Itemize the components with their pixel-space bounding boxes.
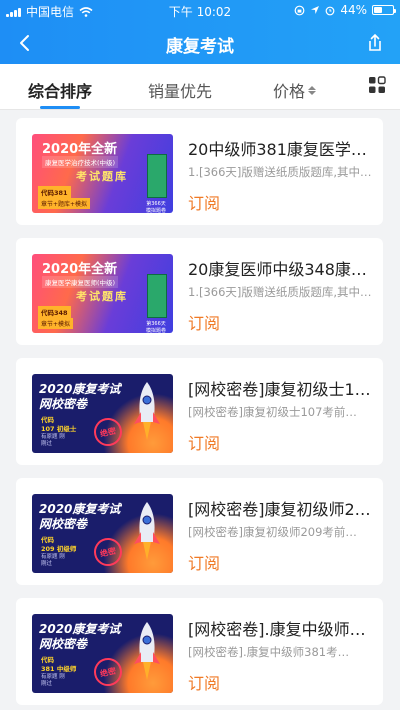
subscribe-button[interactable]: 订阅 <box>188 430 220 454</box>
subscribe-button[interactable]: 订阅 <box>188 670 220 694</box>
product-thumbnail: 2020康复考试 网校密卷 代码 209 初级师 有原题 刚刚过 绝密 <box>32 494 173 573</box>
book-icon <box>147 154 167 198</box>
thumb-subheading: 网校密卷 <box>39 637 88 651</box>
thumb-subtitle: 康复医学治疗技术(中级) <box>42 156 119 168</box>
thumb-code: 代码348 <box>38 306 71 318</box>
item-description: 1.[366天]版赠送纸质版题库,其中… <box>188 285 372 299</box>
subscribe-button[interactable]: 订阅 <box>188 190 220 214</box>
thumb-book-label: 第366天 模拟题卷 <box>145 201 166 213</box>
thumb-subtitle: 康复医学康复医师(中级) <box>42 276 119 288</box>
thumb-code-value: 107 初级士 <box>41 425 77 433</box>
thumb-heading: 考试题库 <box>76 170 128 183</box>
thumb-book-label: 第366天 模拟题卷 <box>145 321 166 333</box>
location-icon <box>311 6 320 14</box>
grid-view-icon[interactable] <box>368 76 386 94</box>
item-title[interactable]: [网校密卷].康复中级师381考前 <box>188 616 372 640</box>
thumb-heading: 考试题库 <box>76 290 128 303</box>
thumb-tagline: 章节+模拟 <box>38 318 74 329</box>
thumb-code-value: 381 中级师 <box>41 665 77 673</box>
rotation-lock-icon <box>294 5 305 15</box>
item-description: [网校密卷]康复初级士107考前… <box>188 405 357 419</box>
thumb-year-label: 2020年全新 <box>42 262 118 277</box>
thumb-tagline: 章节+题库+模拟 <box>38 198 91 209</box>
thumb-note: 有原题 刚刚过 <box>41 554 65 567</box>
tab-price-label: 价格 <box>273 82 306 101</box>
sort-arrows-icon <box>308 85 317 95</box>
thumb-code: 代码381 <box>38 186 71 198</box>
list-item[interactable]: 2020康复考试 网校密卷 代码 209 初级师 有原题 刚刚过 绝密 [网校密… <box>16 478 383 585</box>
active-tab-indicator <box>40 106 80 109</box>
thumb-note: 有原题 刚刚过 <box>41 674 65 687</box>
book-icon <box>147 274 167 318</box>
item-title[interactable]: [网校密卷]康复初级士107考前 <box>188 376 372 400</box>
thumb-subheading: 网校密卷 <box>39 517 88 531</box>
rocket-icon <box>134 502 160 560</box>
item-description: [网校密卷].康复中级师381考… <box>188 645 350 659</box>
battery-icon <box>372 5 396 15</box>
nav-bar: 康复考试 <box>0 22 400 64</box>
status-bar: 中国电信 下午 10:02 44% <box>0 0 400 22</box>
rocket-icon <box>134 622 160 680</box>
tab-comprehensive[interactable]: 综合排序 <box>28 78 92 102</box>
thumb-year-label: 2020年全新 <box>42 142 118 157</box>
alarm-icon <box>325 6 335 15</box>
subscribe-button[interactable]: 订阅 <box>188 550 220 574</box>
thumb-note: 有原题 刚刚过 <box>41 434 65 447</box>
list-item[interactable]: 2020康复考试 网校密卷 代码 381 中级师 有原题 刚刚过 绝密 [网校密… <box>16 598 383 705</box>
share-icon[interactable] <box>360 28 390 58</box>
item-title[interactable]: 20中级师381康复医学治疗技术 <box>188 136 372 160</box>
item-title[interactable]: 20康复医师中级348康复医学 <box>188 256 372 280</box>
tab-price[interactable]: 价格 <box>273 78 317 102</box>
product-thumbnail: 2020年全新 康复医学治疗技术(中级) 考试题库 代码381 章节+题库+模拟… <box>32 134 173 213</box>
tab-sales[interactable]: 销量优先 <box>148 78 212 102</box>
top-bar: 中国电信 下午 10:02 44% 康复考试 <box>0 0 400 64</box>
product-thumbnail: 2020康复考试 网校密卷 代码 107 初级士 有原题 刚刚过 绝密 <box>32 374 173 453</box>
list-item[interactable]: 2020年全新 康复医学治疗技术(中级) 考试题库 代码381 章节+题库+模拟… <box>16 118 383 225</box>
rocket-icon <box>134 382 160 440</box>
page-title: 康复考试 <box>166 37 234 57</box>
product-thumbnail: 2020年全新 康复医学康复医师(中级) 考试题库 代码348 章节+模拟 第3… <box>32 254 173 333</box>
item-title[interactable]: [网校密卷]康复初级师209考前 <box>188 496 372 520</box>
subscribe-button[interactable]: 订阅 <box>188 310 220 334</box>
thumb-subheading: 网校密卷 <box>39 397 88 411</box>
sort-tabs: 综合排序 销量优先 价格 <box>0 64 400 110</box>
product-thumbnail: 2020康复考试 网校密卷 代码 381 中级师 有原题 刚刚过 绝密 <box>32 614 173 693</box>
item-description: [网校密卷]康复初级师209考前… <box>188 525 357 539</box>
thumb-code-value: 209 初级师 <box>41 545 77 553</box>
battery-percent: 44% <box>340 3 367 17</box>
list-item[interactable]: 2020年全新 康复医学康复医师(中级) 考试题库 代码348 章节+模拟 第3… <box>16 238 383 345</box>
item-description: 1.[366天]版赠送纸质版题库,其中… <box>188 165 372 179</box>
list-item[interactable]: 2020康复考试 网校密卷 代码 107 初级士 有原题 刚刚过 绝密 [网校密… <box>16 358 383 465</box>
